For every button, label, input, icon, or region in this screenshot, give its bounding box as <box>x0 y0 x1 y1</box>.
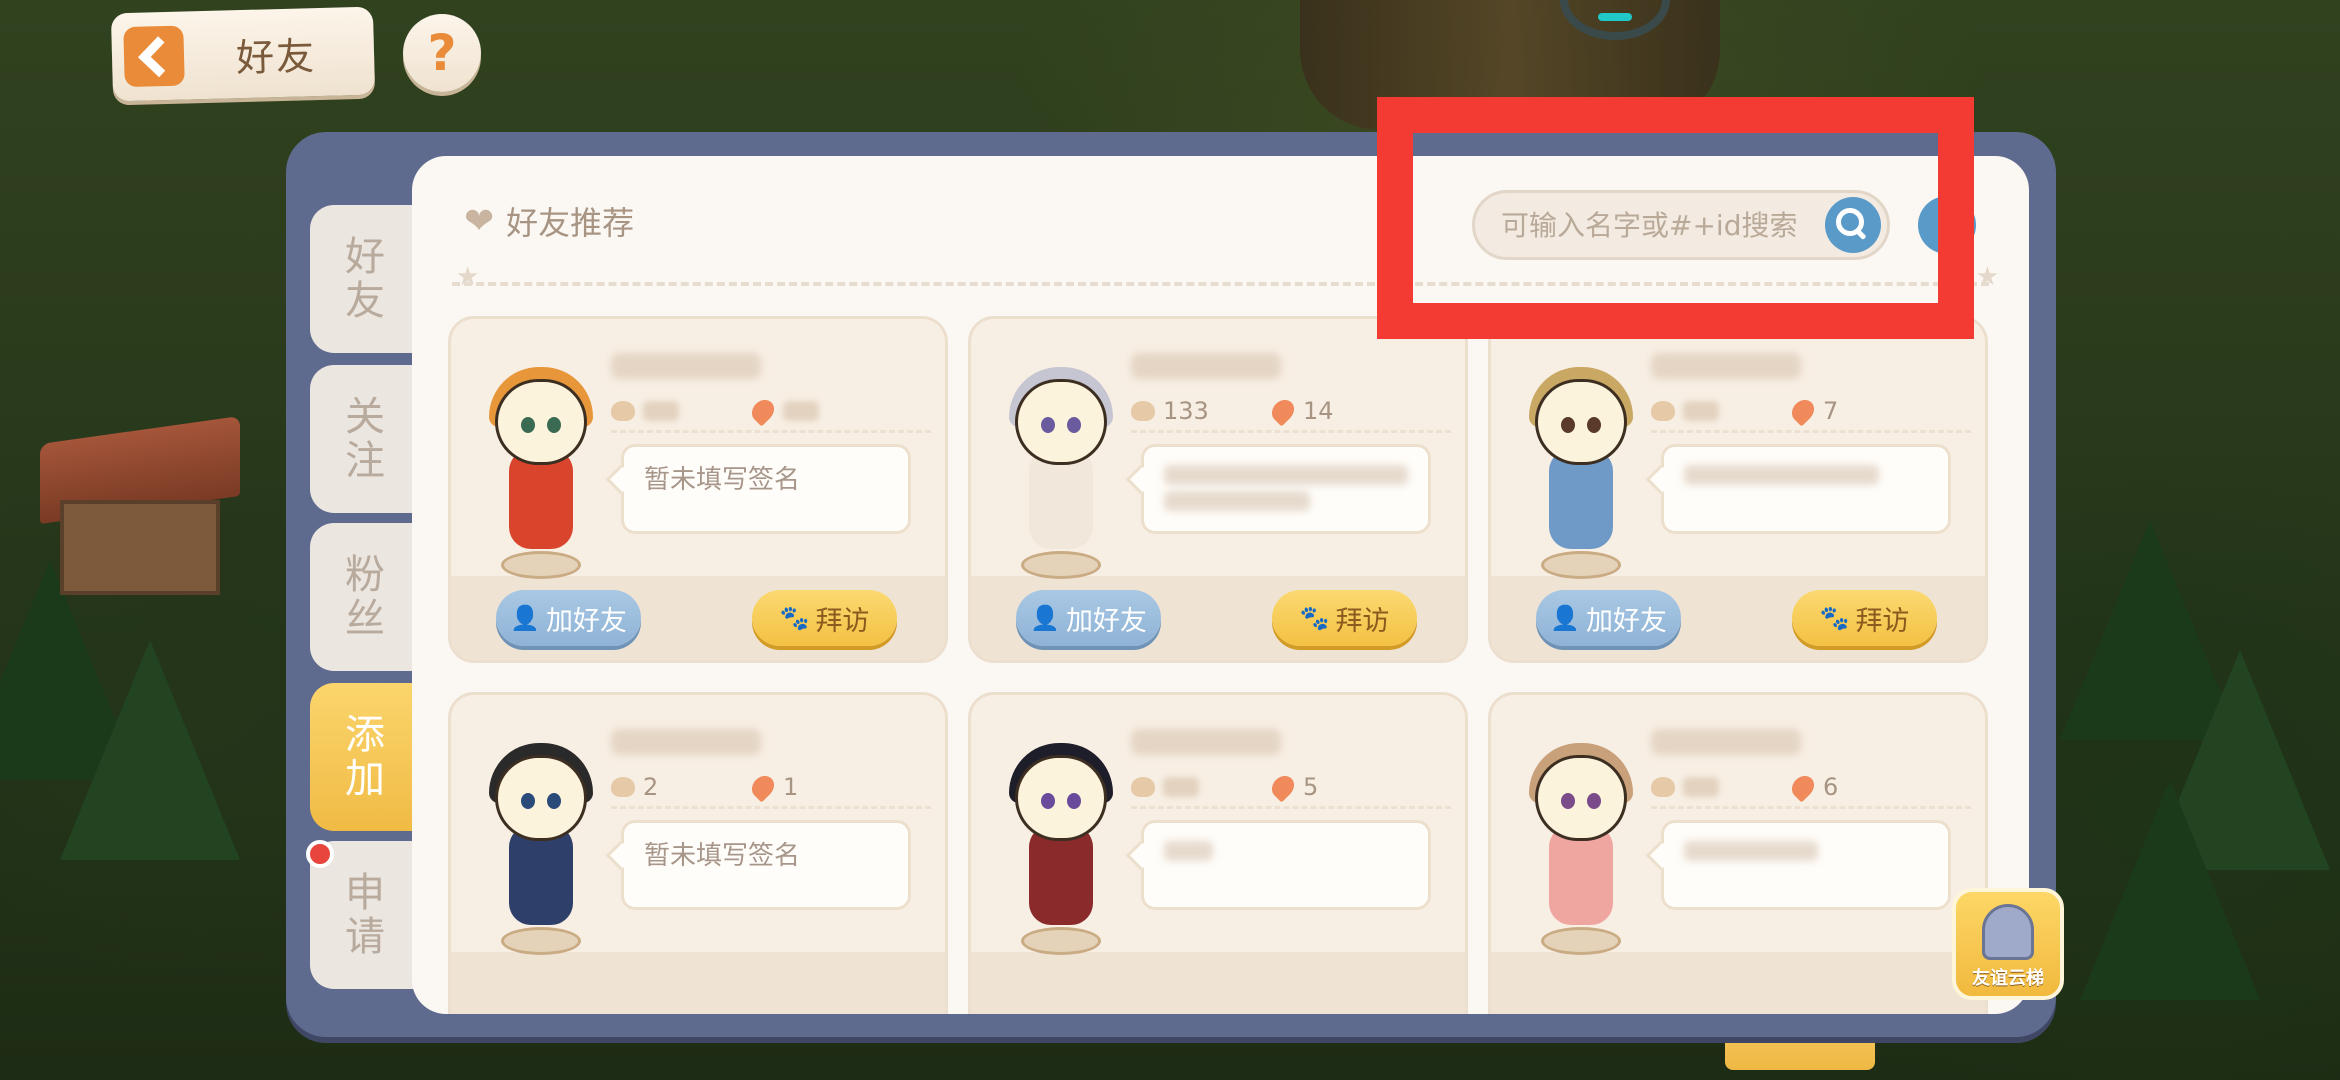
like-icon <box>1651 400 1675 421</box>
tab-fans[interactable]: 粉 丝 <box>310 523 420 671</box>
star-icon: ★ <box>456 262 480 292</box>
ladder-label: 友谊云梯 <box>1972 968 2044 989</box>
footprint-icon: 🐾 <box>1299 604 1330 632</box>
friend-card: 暂未填写签名 👤 加好友 🐾 拜访 <box>448 316 948 663</box>
player-name-hidden <box>1131 729 1281 755</box>
fire-icon <box>1787 394 1819 427</box>
signature-bubble <box>1141 444 1431 534</box>
footprint-icon: 🐾 <box>779 604 810 632</box>
avatar[interactable] <box>481 725 601 955</box>
player-name-hidden <box>1131 353 1281 379</box>
avatar[interactable] <box>1001 349 1121 579</box>
player-stats <box>611 394 931 433</box>
friend-card: 7 👤 加好友 🐾 拜访 <box>1488 316 1988 663</box>
like-icon <box>1131 400 1155 421</box>
add-friend-button[interactable]: 👤 加好友 <box>496 590 641 646</box>
person-icon: 👤 <box>1030 604 1060 632</box>
signature-bubble: 暂未填写签名 <box>621 444 911 534</box>
help-button[interactable]: ? <box>403 14 481 92</box>
signature-bubble <box>1661 820 1951 910</box>
clock-tower-icon <box>1982 904 2034 960</box>
visit-button[interactable]: 🐾 拜访 <box>1272 590 1417 646</box>
pine-tree-decoration <box>60 640 240 860</box>
fire-icon <box>1787 770 1819 803</box>
player-name-hidden <box>1651 729 1801 755</box>
friend-card: 133 14 👤 加好友 🐾 拜访 <box>968 316 1468 663</box>
add-friend-button[interactable]: 👤 加好友 <box>1536 590 1681 646</box>
signature-bubble: 暂未填写签名 <box>621 820 911 910</box>
fire-icon <box>1267 394 1299 427</box>
player-stats: 133 14 <box>1131 394 1451 433</box>
signature-bubble <box>1661 444 1951 534</box>
tab-following[interactable]: 关 注 <box>310 365 420 513</box>
person-icon: 👤 <box>1550 604 1580 632</box>
page-title: 好友 <box>235 33 317 80</box>
player-name-hidden <box>1651 353 1801 379</box>
avatar[interactable] <box>1001 725 1121 955</box>
fire-icon <box>747 394 779 427</box>
friend-card: 6 <box>1488 692 1988 1014</box>
section-title: 好友推荐 <box>506 204 635 242</box>
back-arrow-icon <box>123 25 185 88</box>
friendship-ladder-button[interactable]: 友谊云梯 <box>1952 888 2064 1000</box>
question-mark-icon: ? <box>427 24 457 82</box>
player-name-hidden <box>611 353 761 379</box>
person-icon: 👤 <box>510 604 540 632</box>
add-friend-button[interactable]: 👤 加好友 <box>1016 590 1161 646</box>
like-icon <box>1131 776 1155 797</box>
player-stats: 7 <box>1651 394 1971 433</box>
like-icon <box>611 776 635 797</box>
footprint-icon: 🐾 <box>1819 604 1850 632</box>
avatar[interactable] <box>481 349 601 579</box>
fire-icon <box>747 770 779 803</box>
heart-icon: ❤ <box>464 200 495 242</box>
player-stats: 2 1 <box>611 770 931 809</box>
friend-card: 5 <box>968 692 1468 1014</box>
visit-button[interactable]: 🐾 拜访 <box>752 590 897 646</box>
tab-add[interactable]: 添 加 <box>310 683 420 831</box>
avatar[interactable] <box>1521 725 1641 955</box>
player-stats: 5 <box>1131 770 1451 809</box>
friend-card: 2 1 暂未填写签名 <box>448 692 948 1014</box>
visit-button[interactable]: 🐾 拜访 <box>1792 590 1937 646</box>
like-icon <box>611 400 635 421</box>
signature-bubble <box>1141 820 1431 910</box>
notification-dot <box>306 840 334 868</box>
section-header: ❤ 好友推荐 <box>464 198 634 244</box>
player-name-hidden <box>611 729 761 755</box>
pine-tree-decoration <box>2080 780 2260 1000</box>
tab-friends[interactable]: 好 友 <box>310 205 420 353</box>
highlight-box <box>1377 97 1974 339</box>
fire-icon <box>1267 770 1299 803</box>
avatar[interactable] <box>1521 349 1641 579</box>
back-button[interactable]: 好友 <box>110 6 376 102</box>
star-icon: ★ <box>1975 262 1999 292</box>
cabin-decoration <box>40 415 240 600</box>
like-icon <box>1651 776 1675 797</box>
player-stats: 6 <box>1651 770 1971 809</box>
